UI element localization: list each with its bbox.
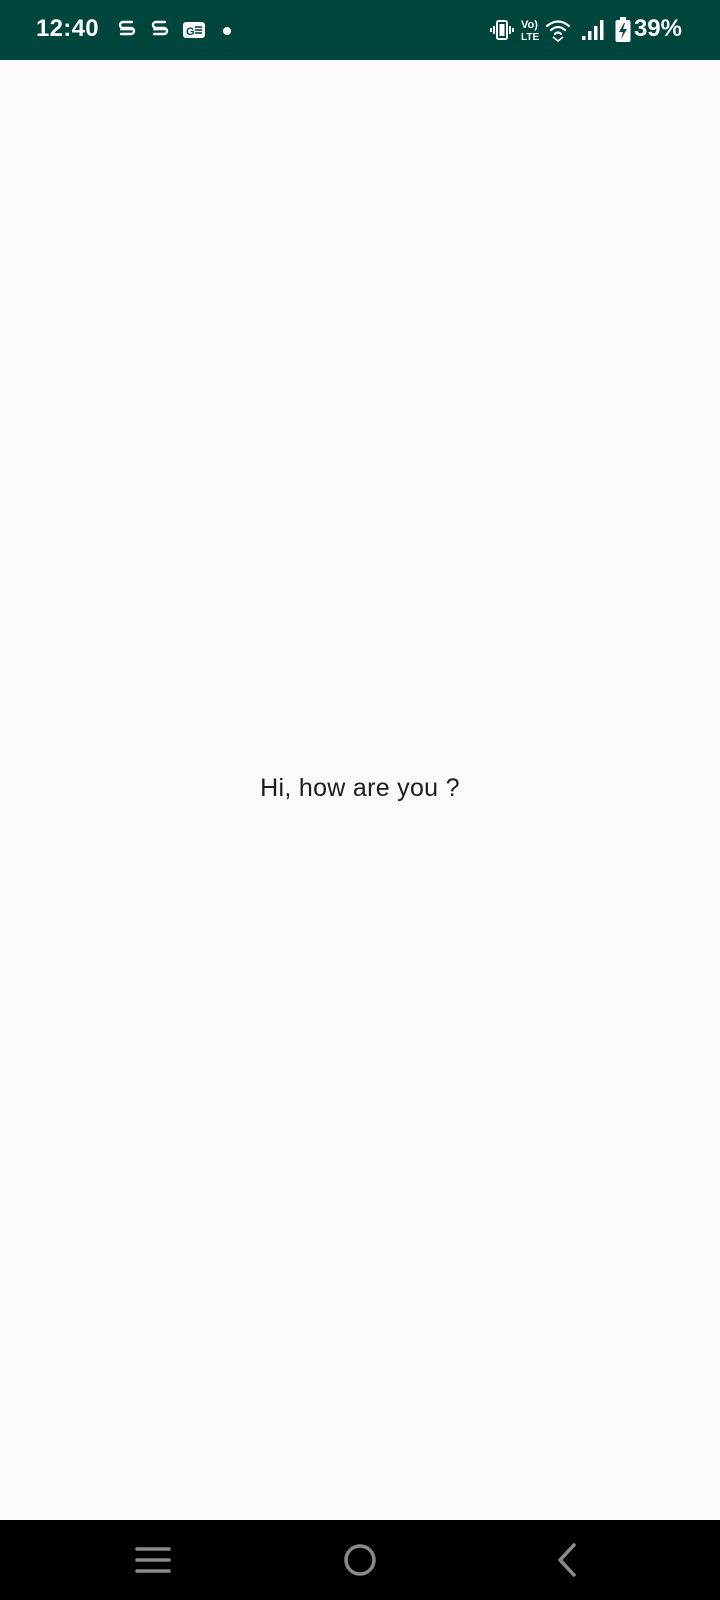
vibrate-icon	[490, 20, 514, 40]
home-button[interactable]	[328, 1538, 392, 1582]
greeting-text: Hi, how are you ?	[260, 774, 460, 802]
s-app-icon	[151, 20, 169, 36]
battery-percent: 39%	[633, 15, 682, 42]
volte-icon: Vo) LTE	[521, 19, 539, 43]
home-circle-icon	[344, 1544, 376, 1576]
status-bar: 12:40 G Vo) LTE 39%	[0, 0, 720, 60]
navigation-bar	[0, 1520, 720, 1600]
app-screen: 12:40 G Vo) LTE 39% Hi, how are you ?	[0, 0, 720, 1600]
recents-button[interactable]	[121, 1538, 185, 1582]
battery-charging-icon	[615, 17, 631, 42]
back-chevron-icon	[558, 1543, 576, 1577]
svg-text:G: G	[186, 26, 195, 38]
signal-icon	[582, 20, 604, 40]
main-content: Hi, how are you ?	[0, 60, 720, 1520]
wifi-icon	[545, 20, 571, 42]
svg-text:Vo): Vo)	[521, 19, 538, 31]
status-time: 12:40	[36, 15, 99, 42]
back-button[interactable]	[535, 1538, 599, 1582]
gallery-app-icon: G	[183, 22, 205, 38]
recents-menu-icon	[135, 1547, 171, 1573]
svg-text:LTE: LTE	[521, 32, 539, 43]
s-app-icon	[118, 20, 136, 36]
notification-dot-icon	[223, 27, 231, 35]
